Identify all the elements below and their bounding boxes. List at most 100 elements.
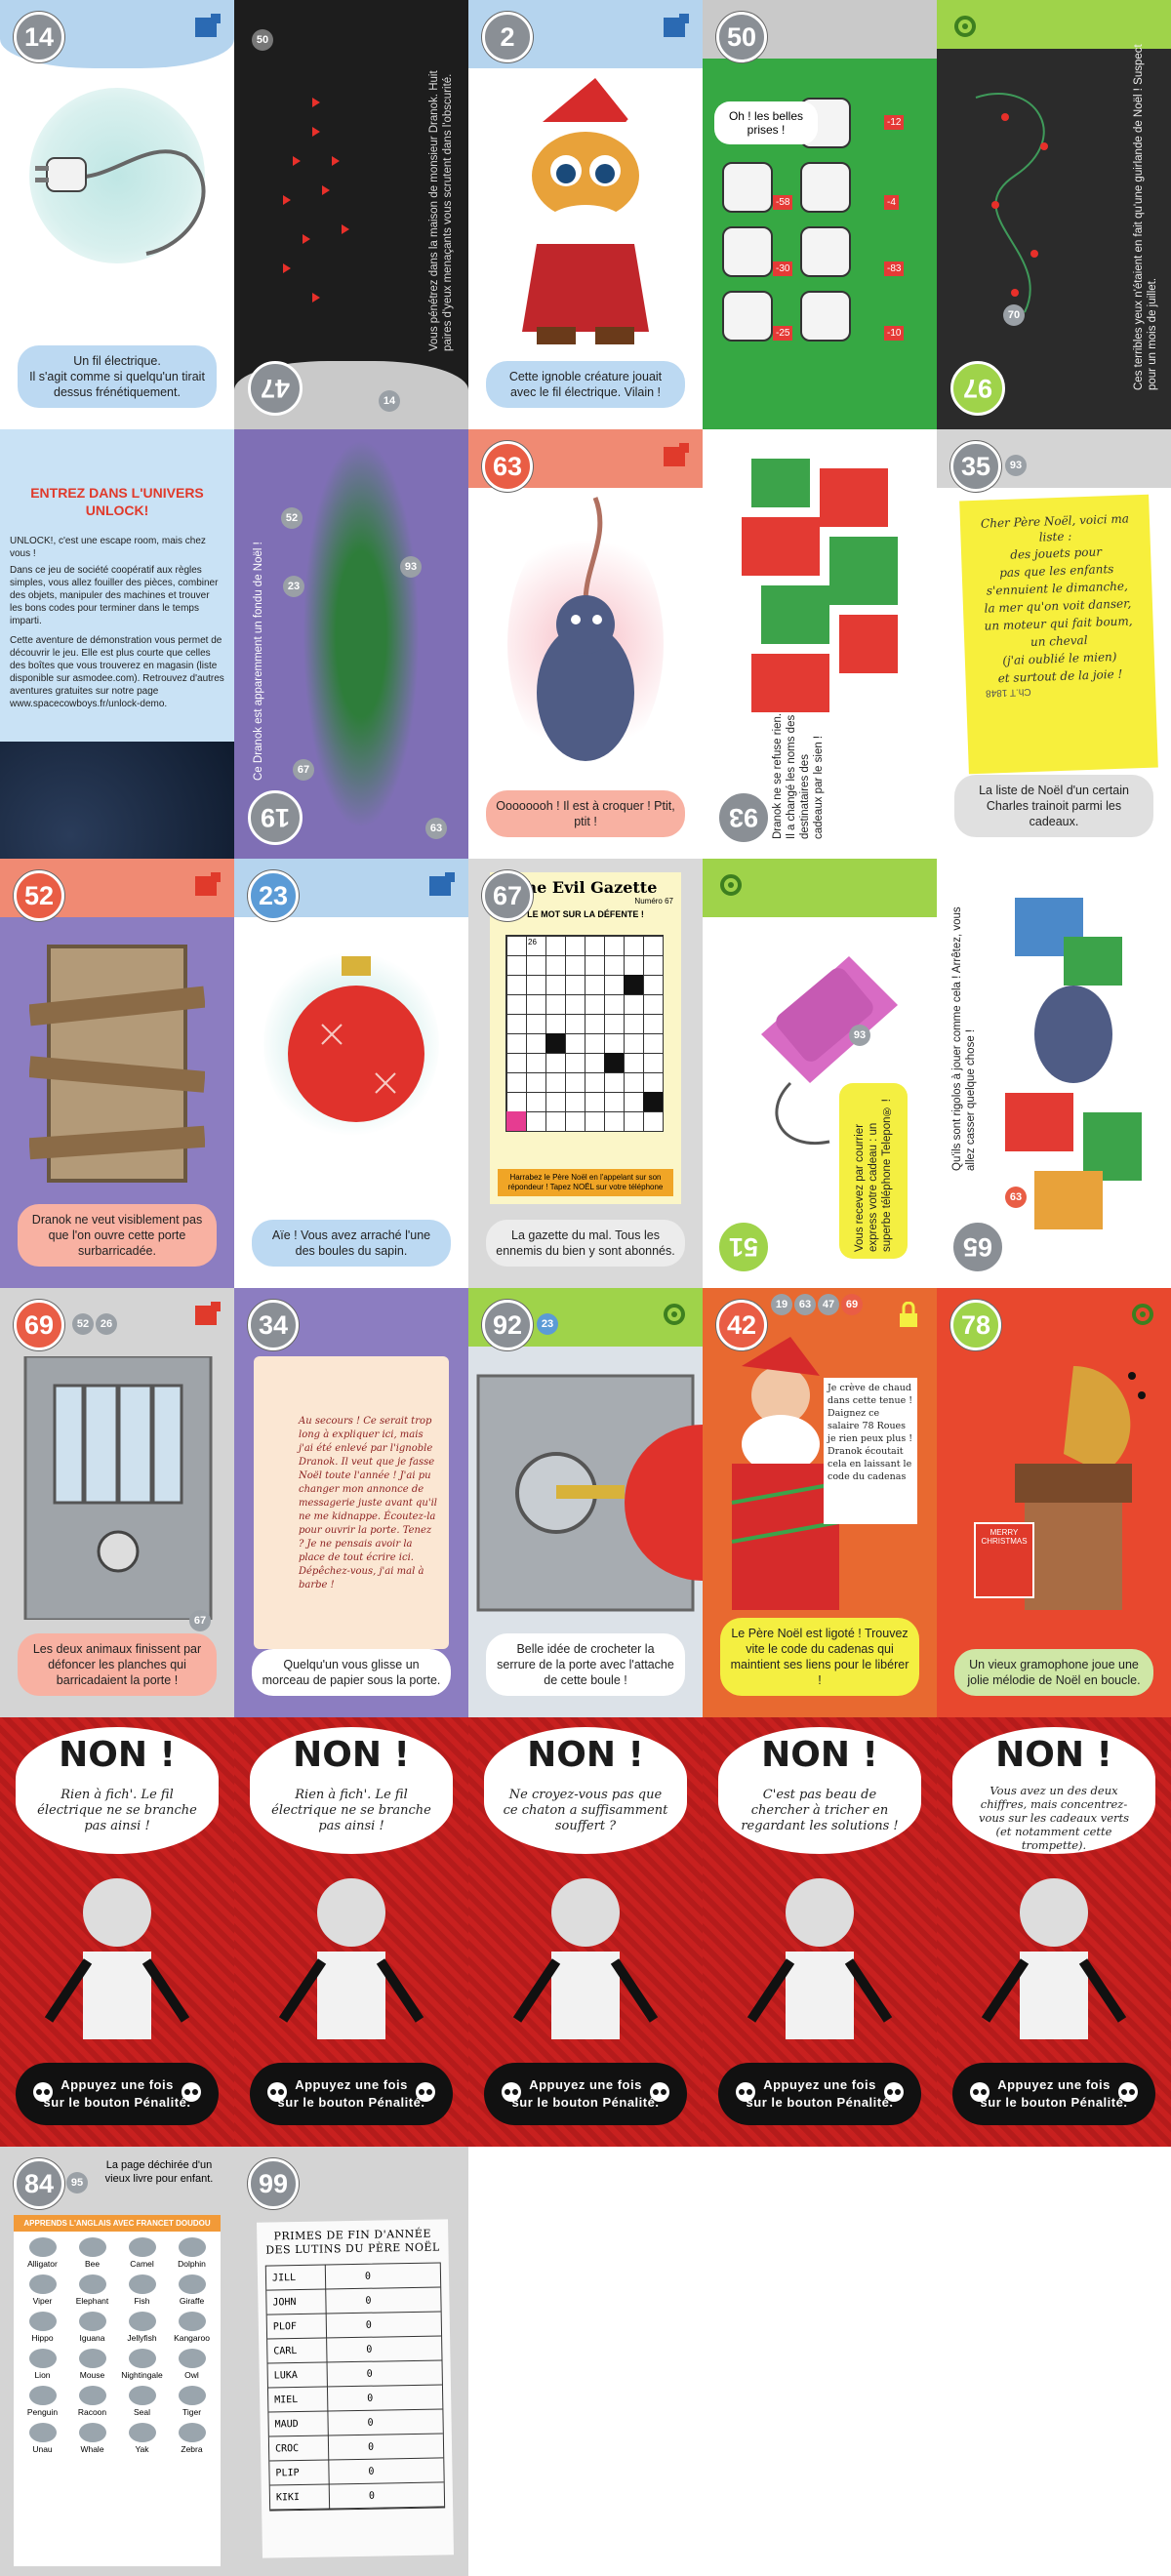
christmas-ball-icon [288,956,424,1122]
card-number: 35 [950,441,1001,492]
animal-label: Tiger [182,2407,202,2417]
record-sleeve: MERRY CHRISTMAS [974,1522,1034,1598]
penalty-text: Vous avez un des deux chiffres, mais con… [978,1784,1130,1852]
penalty-text: Rien à fich'. Le fil électrique ne se br… [37,1788,197,1833]
small-number: 19 [771,1294,792,1315]
card-92[interactable]: 92 23 Belle idée de crocheter la serrure… [468,1288,703,1717]
elf-name: JILL [265,2265,327,2290]
card-14[interactable]: 14 Un fil électrique. Il s'agit comme si… [0,0,234,429]
card-35[interactable]: 35 93 Cher Père Noël, voici ma liste : d… [937,429,1171,859]
skull-icon [1118,2082,1138,2102]
small-number: 93 [400,556,422,578]
animal-icon [128,2312,156,2331]
card-63[interactable]: 63 Oooooooh ! Il est à croquer ! Ptit, p… [468,429,703,859]
animal-icon [28,2237,57,2257]
card-42[interactable]: 42 19 63 47 69 Je crève de chaud dans ce… [703,1288,937,1717]
animal-item: Hippo [18,2312,67,2343]
card-69[interactable]: 69 52 26 67 Les deux animaux finissent p… [0,1288,234,1717]
table-row: PLIP 0 [269,2458,444,2486]
card-19[interactable]: 52 23 93 63 67 Ce Dranok est apparemment… [234,429,468,859]
garland-icon [975,93,1048,313]
card-93[interactable]: Dranok ne se refuse rien. Il a changé le… [703,429,937,859]
socket[interactable] [800,162,851,213]
elf-name: PLIP [269,2460,330,2485]
socket[interactable] [800,226,851,277]
gazette-page: The Evil Gazette Numéro 67 LE MOT SUR LA… [490,872,681,1204]
animal-item: Owl [167,2349,217,2380]
card-84[interactable]: 84 95 La page déchirée d'un vieux livre … [0,2147,234,2576]
animal-item: Seal [117,2386,167,2417]
small-number: 14 [379,390,400,412]
small-number: 23 [283,576,304,597]
card-23[interactable]: 23 Aïe ! Vous avez arraché l'une des bou… [234,859,468,1288]
penalty-card-4[interactable]: NON ! C'est pas beau de chercher à trich… [703,1717,937,2147]
animal-icon [78,2237,106,2257]
animal-item: Racoon [67,2386,117,2417]
card-52[interactable]: 52 Dranok ne veut visiblement pas que l'… [0,859,234,1288]
socket[interactable] [722,291,773,342]
animal-label: Giraffe [179,2296,205,2306]
elf-bonus: 0 [366,2344,373,2355]
intro-text-3: Cette aventure de démonstration vous per… [10,635,224,709]
elf-bonus: 0 [365,2295,372,2307]
scroll-text: Au secours ! Ce serait trop long à expli… [299,1416,438,1590]
animal-item: Iguana [67,2312,117,2343]
plug-icon [35,149,206,256]
animal-item: Nightingale [117,2349,167,2380]
animal-label: Unau [32,2444,53,2454]
card-51[interactable]: 93 Vous recevez par courrier express vot… [703,859,937,1288]
small-number: 93 [849,1025,870,1046]
card-caption: Quelqu'un vous glisse un morceau de papi… [252,1649,451,1696]
card-97[interactable]: Ces terribles yeux n'étaient en fait qu'… [937,0,1171,429]
socket[interactable] [722,162,773,213]
card-number: 97 [950,361,1005,416]
card-34[interactable]: 34 Au secours ! Ce serait trop long à ex… [234,1288,468,1717]
animal-icon [128,2237,156,2257]
mad-scientist-icon [44,1878,190,2039]
price-tag: -83 [884,262,905,276]
animal-grid: Alligator Bee Camel Dolphin Viper Elephant Fis… [14,2232,221,2460]
toilet-paper-scroll: Au secours ! Ce serait trop long à expli… [254,1356,449,1649]
socket[interactable] [800,291,851,342]
card-2[interactable]: 2 Cette ignoble créature jouait avec le … [468,0,703,429]
card-caption: Un vieux gramophone joue une jolie mélod… [954,1649,1153,1696]
penalty-instruction: Appuyez une fois sur le bouton Pénalité. [16,2063,219,2125]
card-number: 67 [482,870,533,921]
small-number: 63 [794,1294,816,1315]
skull-icon [33,2082,53,2102]
elf-name: PLOF [266,2314,328,2339]
card-99[interactable]: 99 PRIMES DE FIN D'ANNÉE DES LUTINS DU P… [234,2147,468,2576]
card-78[interactable]: 78 MERRY CHRISTMAS Un vieux gramophone j… [937,1288,1171,1717]
penalty-card-1[interactable]: NON ! Rien à fich'. Le fil électrique ne… [0,1717,234,2147]
card-number: 50 [716,12,767,62]
price-tag: -4 [884,195,899,210]
card-65[interactable]: Qu'ils sont rigolos à jouer comme cela !… [937,859,1171,1288]
card-50[interactable]: 50 Oh ! les belles prises ! -12 -58 -4 -… [703,0,937,429]
penalty-card-3[interactable]: NON ! Ne croyez-vous pas que ce chaton a… [468,1717,703,2147]
price-tag: -25 [773,326,793,341]
penalty-card-2[interactable]: NON ! Rien à fich'. Le fil électrique ne… [234,1717,468,2147]
card-67[interactable]: 67 The Evil Gazette Numéro 67 LE MOT SUR… [468,859,703,1288]
animal-label: Racoon [77,2407,107,2417]
card-47[interactable]: 50 Vous pénétrez dans la maison de monsi… [234,0,468,429]
socket[interactable] [722,226,773,277]
crossword-grid[interactable]: 26 [505,935,664,1132]
card-intro[interactable]: ENTREZ DANS L'UNIVERS UNLOCK! UNLOCK!, c… [0,429,234,859]
penalty-text: Rien à fich'. Le fil électrique ne se br… [271,1788,431,1833]
small-number: 52 [72,1313,94,1335]
penalty-card-5[interactable]: NON ! Vous avez un des deux chiffres, ma… [937,1717,1171,2147]
penalty-title: NON ! [293,1735,410,1775]
table-row: PLOF 0 [266,2312,442,2340]
animal-label: Iguana [79,2333,105,2343]
animal-label: Dolphin [178,2259,206,2269]
animal-icon [128,2423,156,2442]
animal-icon [28,2386,57,2405]
table-row: LUKA 0 [267,2360,442,2389]
table-row: JOHN 0 [266,2287,441,2315]
animal-label: Elephant [75,2296,109,2306]
animal-icon [28,2349,57,2368]
padlock-icon [900,1302,917,1327]
elf-name: CARL [267,2338,328,2363]
table-row: MAUD 0 [268,2409,443,2437]
card-number: 63 [482,441,533,492]
